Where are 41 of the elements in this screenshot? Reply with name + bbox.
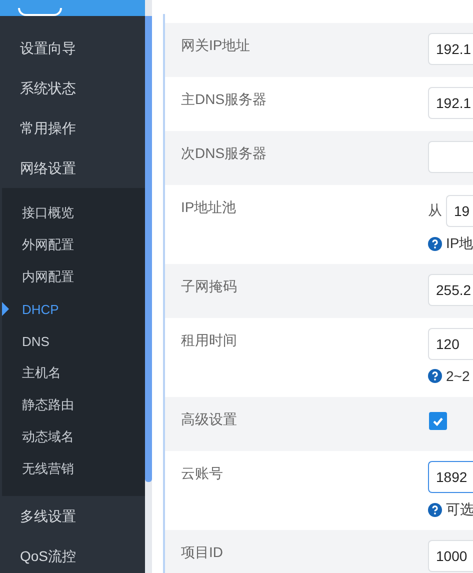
pointer-icon [2,302,9,316]
checkbox[interactable] [429,412,447,430]
hint-text: IP地 [446,235,473,253]
menu-item[interactable]: QoS流控 [0,536,145,573]
menu-item[interactable]: 网络设置 [0,148,145,188]
menu-item[interactable]: 设置向导 [0,28,145,68]
field-label: IP地址池 [180,198,238,217]
field-label: 租用时间 [180,331,238,350]
field-label: 高级设置 [180,410,238,429]
help-icon [428,369,442,383]
help-icon [428,503,442,517]
field-label: 主DNS服务器 [180,90,268,109]
field-label: 子网掩码 [180,277,238,296]
submenu-item[interactable]: 内网配置 [2,261,145,293]
submenu-item[interactable]: 主机名 [2,357,145,389]
submenu-item[interactable]: 无线营销 [2,453,145,485]
input-field[interactable]: 1000 [428,540,473,572]
hint-text: 2~2 [446,368,470,384]
input-field[interactable]: 255.2 [428,274,473,306]
input-field[interactable]: 1892 [428,461,473,493]
input-field[interactable]: 192.1 [428,87,473,119]
submenu-item[interactable]: 接口概览 [2,197,145,229]
menu-item[interactable]: 常用操作 [0,108,145,148]
field-label: 网关IP地址 [180,36,252,55]
input-field[interactable]: 192.1 [428,33,473,65]
range-prefix: 从 [428,202,442,220]
submenu-item[interactable]: 动态域名 [2,421,145,453]
scroll-thumb[interactable] [145,16,152,482]
input-field[interactable]: 19 [446,195,473,227]
menu-item[interactable]: 系统状态 [0,68,145,108]
submenu-item[interactable]: 静态路由 [2,389,145,421]
field-label: 项目ID [180,543,224,562]
submenu-item[interactable]: DHCP [2,293,145,325]
menu-item[interactable]: 多线设置 [0,496,145,536]
submenu-item[interactable]: DNS [2,325,145,357]
input-field[interactable]: 120 [428,328,473,360]
logo-icon [18,8,62,16]
field-label: 云账号 [180,464,224,483]
field-label: 次DNS服务器 [180,144,268,163]
help-icon [428,237,442,251]
submenu-item[interactable]: 外网配置 [2,229,145,261]
